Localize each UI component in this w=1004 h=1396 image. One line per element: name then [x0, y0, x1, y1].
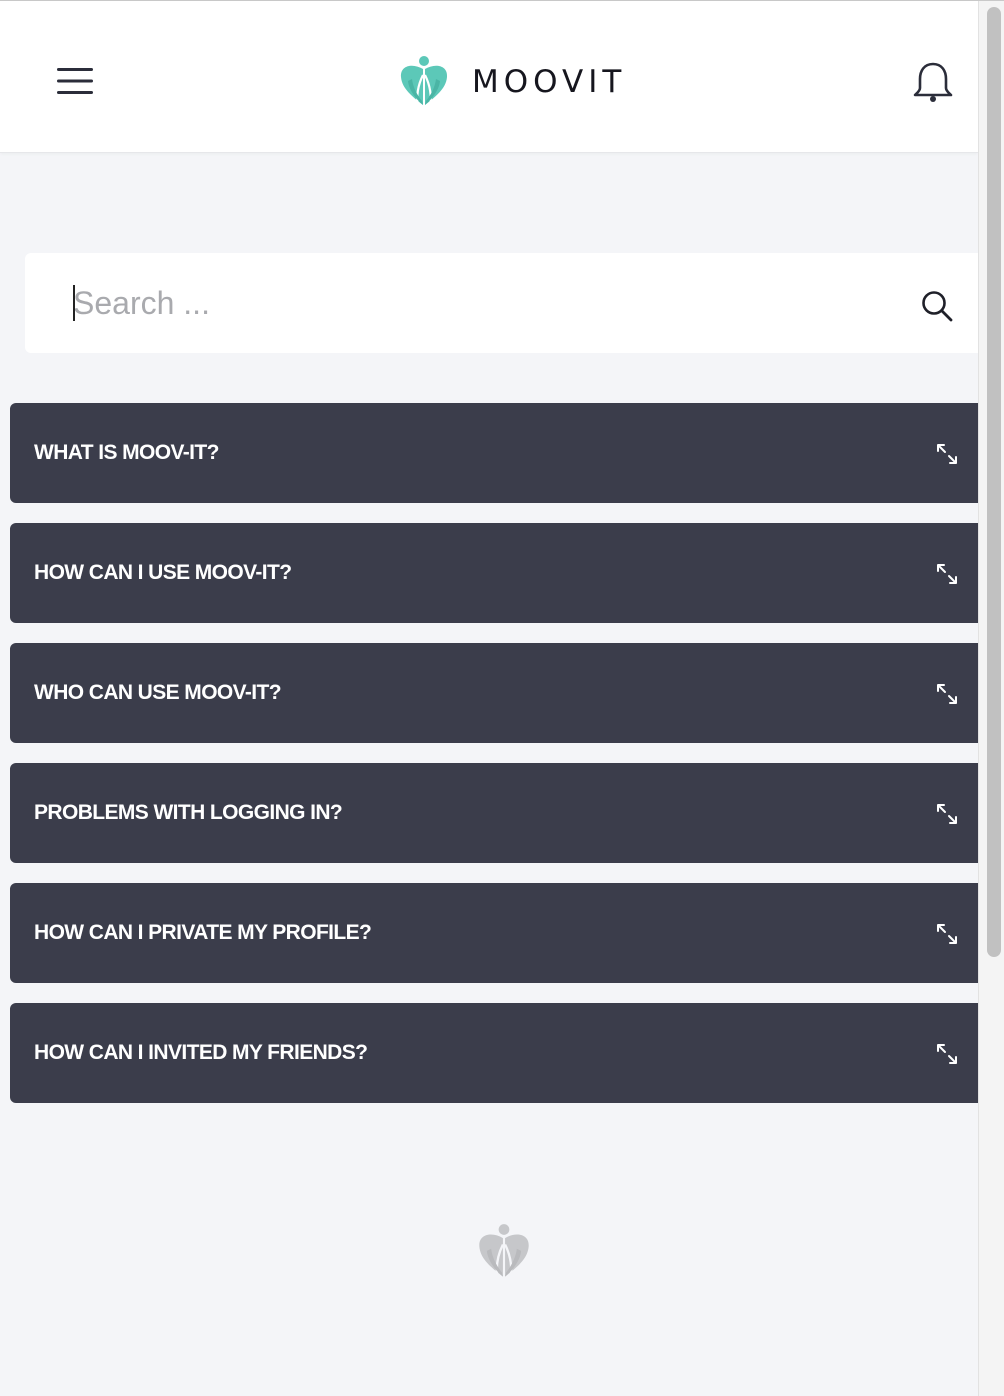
help-page: MOOVIT WHAT IS MOOV-IT?: [0, 1, 978, 1396]
scrollbar-thumb[interactable]: [987, 7, 1001, 957]
vertical-scrollbar[interactable]: [978, 1, 1004, 1396]
faq-item-title: HOW CAN I USE MOOV-IT?: [34, 561, 292, 584]
expand-arrows-icon: [937, 924, 957, 944]
faq-item-what-is-moov-it[interactable]: WHAT IS MOOV-IT?: [10, 403, 978, 503]
search-bar: [25, 253, 978, 353]
expand-arrows-icon: [937, 444, 957, 464]
faq-item-title: WHAT IS MOOV-IT?: [34, 441, 219, 464]
faq-list: WHAT IS MOOV-IT? HOW CAN I USE MOOV-IT? …: [10, 403, 978, 1123]
expand-arrows-icon: [937, 564, 957, 584]
faq-item-title: PROBLEMS WITH LOGGING IN?: [34, 801, 343, 824]
faq-item-title: HOW CAN I PRIVATE MY PROFILE?: [34, 921, 372, 944]
faq-item-invite-friends[interactable]: HOW CAN I INVITED MY FRIENDS?: [10, 1003, 978, 1103]
expand-arrows-icon: [937, 804, 957, 824]
app-header: MOOVIT: [0, 1, 978, 153]
faq-item-title: WHO CAN USE MOOV-IT?: [34, 681, 282, 704]
expand-arrows-icon: [937, 684, 957, 704]
moovit-logo-icon: [400, 56, 448, 108]
notifications-button[interactable]: [906, 59, 960, 105]
bell-icon: [913, 62, 953, 102]
expand-arrows-icon: [937, 1044, 957, 1064]
faq-item-how-can-i-use[interactable]: HOW CAN I USE MOOV-IT?: [10, 523, 978, 623]
search-button[interactable]: [917, 286, 957, 326]
brand-name: MOOVIT: [472, 64, 627, 100]
menu-button[interactable]: [52, 59, 98, 103]
faq-item-problems-logging-in[interactable]: PROBLEMS WITH LOGGING IN?: [10, 763, 978, 863]
search-input[interactable]: [73, 279, 893, 327]
hamburger-menu-icon: [57, 68, 93, 94]
text-caret: [73, 285, 75, 321]
faq-item-who-can-use[interactable]: WHO CAN USE MOOV-IT?: [10, 643, 978, 743]
faq-item-title: HOW CAN I INVITED MY FRIENDS?: [34, 1041, 368, 1064]
moovit-logo-icon: [479, 1224, 529, 1279]
faq-item-private-profile[interactable]: HOW CAN I PRIVATE MY PROFILE?: [10, 883, 978, 983]
search-icon: [922, 291, 953, 322]
app-viewport: MOOVIT WHAT IS MOOV-IT?: [0, 0, 1004, 1396]
brand[interactable]: MOOVIT: [396, 55, 626, 109]
